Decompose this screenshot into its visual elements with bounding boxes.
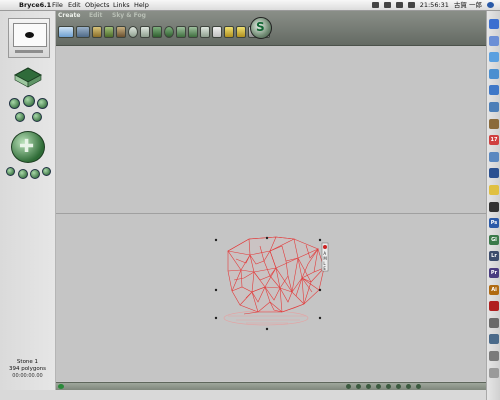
menu-edit[interactable]: Edit <box>68 0 81 10</box>
disc-icon[interactable] <box>200 26 210 38</box>
tab-create[interactable]: Create <box>58 12 80 19</box>
play-button[interactable] <box>356 384 361 389</box>
app-menu[interactable]: Bryce6.1 <box>19 0 51 10</box>
working-window[interactable]: A M L E <box>56 46 486 381</box>
menu-bar: Bryce6.1 File Edit Objects Links Help 21… <box>0 0 500 11</box>
rewind-button[interactable] <box>346 384 351 389</box>
timecode: 00:00:00.00 <box>12 373 43 379</box>
preview-screen <box>13 23 47 47</box>
render-button[interactable]: S <box>250 17 272 39</box>
preview-object <box>25 32 34 38</box>
selection-info: Stone 1 394 polygons <box>0 359 55 373</box>
terminal-icon[interactable] <box>489 201 499 212</box>
menu-file[interactable]: File <box>52 0 63 10</box>
clock[interactable]: 21:56:31 <box>420 0 449 10</box>
illustrator-icon[interactable]: Ai <box>489 284 499 295</box>
calendar-icon[interactable]: 17 <box>489 135 499 146</box>
object-name: Stone 1 <box>16 359 39 365</box>
app-icon-1[interactable] <box>489 317 499 328</box>
bluetooth-icon[interactable] <box>371 2 379 8</box>
options-button[interactable] <box>416 384 421 389</box>
control-palette: ✚ Stone 1 394 polygons 00:00:00.00 <box>0 11 56 390</box>
stickies-icon[interactable] <box>489 185 499 195</box>
stone-wireframe[interactable] <box>227 236 325 315</box>
finder-icon[interactable] <box>489 19 499 29</box>
polygon-count: 394 polygons <box>8 366 47 372</box>
itunes-icon[interactable] <box>489 85 499 96</box>
shadow-grid <box>228 315 306 324</box>
pan-center-button[interactable] <box>30 169 40 179</box>
spotlight-icon[interactable] <box>236 26 246 38</box>
trash-icon[interactable] <box>489 367 499 378</box>
crosshair-icon: ✚ <box>19 136 35 157</box>
rock-icon[interactable] <box>116 26 126 38</box>
water-plane-icon[interactable] <box>58 26 74 38</box>
add-key-button[interactable] <box>386 384 391 389</box>
zoom-in-button[interactable] <box>32 112 42 122</box>
tree-icon[interactable] <box>104 26 114 38</box>
preview-icon[interactable] <box>489 151 499 162</box>
zoom-out-button[interactable] <box>15 112 25 122</box>
camera-left-button[interactable] <box>9 98 20 109</box>
user-name[interactable]: 古賀 一郎 <box>454 0 482 10</box>
light-icon[interactable] <box>224 26 234 38</box>
torus-icon[interactable] <box>164 26 174 38</box>
tab-edit[interactable]: Edit <box>89 12 102 19</box>
pan-down-button[interactable] <box>18 169 28 179</box>
app-icon-2[interactable] <box>489 334 499 345</box>
photoshop-icon[interactable]: Ps <box>489 218 499 229</box>
input-menu-icon[interactable] <box>407 2 415 8</box>
square-icon[interactable] <box>212 26 222 38</box>
preview-controls[interactable] <box>15 50 43 53</box>
cube-icon[interactable] <box>152 26 162 38</box>
view-cube-icon[interactable] <box>13 66 43 88</box>
menu-links[interactable]: Links <box>113 0 130 10</box>
ichat-icon[interactable] <box>489 68 499 79</box>
menu-extras: 21:56:31 古賀 一郎 <box>371 0 494 10</box>
cone-icon[interactable] <box>188 26 198 38</box>
nano-preview[interactable] <box>8 18 50 58</box>
remove-key-button[interactable] <box>396 384 401 389</box>
pan-left-button[interactable] <box>6 167 15 176</box>
loop-button[interactable] <box>406 384 411 389</box>
create-tools <box>58 23 270 41</box>
safari-icon[interactable] <box>489 52 499 63</box>
address-icon[interactable] <box>489 118 499 129</box>
pyramid-icon[interactable] <box>176 26 186 38</box>
app-icon-3[interactable] <box>489 351 499 361</box>
acrobat-icon[interactable] <box>489 301 499 312</box>
spotlight-icon[interactable] <box>487 2 494 8</box>
sphere-icon[interactable] <box>128 26 138 38</box>
volume-icon[interactable] <box>395 2 403 8</box>
camera-trackball[interactable]: ✚ <box>11 131 45 163</box>
render-glyph: S <box>256 20 265 34</box>
iphoto-icon[interactable] <box>489 102 499 112</box>
attributes-button[interactable] <box>323 245 327 249</box>
terrain-icon[interactable] <box>92 26 102 38</box>
create-palette: Create Edit Sky & Fog S <box>56 11 486 46</box>
mail-icon[interactable] <box>489 35 499 46</box>
premiere-icon[interactable]: Pr <box>489 268 499 278</box>
dashboard-icon[interactable] <box>489 168 499 179</box>
cylinder-icon[interactable] <box>140 26 150 38</box>
camera-right-button[interactable] <box>37 98 48 109</box>
camera-up-button[interactable] <box>23 95 35 107</box>
scene-view[interactable]: A M L E <box>56 46 486 381</box>
menu-objects[interactable]: Objects <box>85 0 110 10</box>
tab-sky-fog[interactable]: Sky & Fog <box>112 12 146 19</box>
status-strip <box>0 390 486 400</box>
menu-help[interactable]: Help <box>134 0 149 10</box>
pan-right-button[interactable] <box>42 167 51 176</box>
golive-icon[interactable]: Gl <box>489 234 499 245</box>
dock: 17 Ps Gl Lr Pr Ai <box>486 11 500 400</box>
wifi-icon[interactable] <box>383 2 391 8</box>
cloud-plane-icon[interactable] <box>76 26 90 38</box>
stop-button[interactable] <box>366 384 371 389</box>
forward-button[interactable] <box>376 384 381 389</box>
timeline-scrubber[interactable] <box>58 384 64 389</box>
object-attribute-gizmo[interactable]: A M L E <box>321 242 329 272</box>
lightroom-icon[interactable]: Lr <box>489 251 499 262</box>
